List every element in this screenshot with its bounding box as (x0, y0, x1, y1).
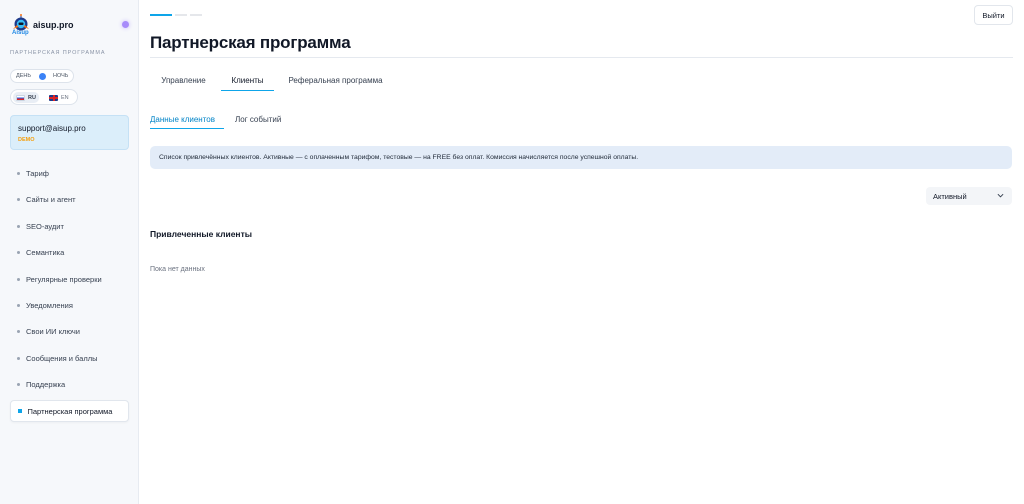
lang-ru-label: RU (28, 94, 36, 101)
sidebar: aisup.pro Aisup Партнерская программа ДЕ… (0, 0, 139, 504)
sidebar-item-support[interactable]: Поддержка (10, 373, 129, 395)
theme-night-label: НОЧЬ (53, 73, 69, 79)
sidebar-item-semantics[interactable]: Семантика (10, 241, 129, 263)
sidebar-item-partner-program[interactable]: Партнерская программа (10, 400, 129, 422)
subtab-event-log[interactable]: Лог событий (235, 110, 295, 128)
progress-segment (175, 14, 187, 16)
account-card[interactable]: support@aisup.pro DEMO (10, 115, 129, 150)
language-switch: RU EN (10, 89, 78, 105)
chevron-down-icon (997, 193, 1004, 198)
subtab-client-data[interactable]: Данные клиентов (150, 110, 224, 129)
progress-segment (150, 14, 172, 16)
bullet-icon (18, 409, 22, 413)
bullet-icon (17, 303, 20, 307)
tab-clients[interactable]: Клиенты (221, 70, 274, 91)
empty-state-text: Пока нет данных (150, 266, 205, 273)
bullet-icon (17, 250, 20, 254)
logout-button[interactable]: Выйти (974, 5, 1013, 25)
bullet-icon (17, 277, 20, 281)
sidebar-item-label: Сообщения и баллы (26, 353, 98, 363)
sidebar-item-label: SEO-аудит (26, 221, 64, 231)
section-caption: Партнерская программа (10, 50, 106, 56)
tab-referral-program[interactable]: Реферальная программа (278, 70, 393, 90)
lang-ru-button[interactable]: RU (13, 92, 39, 103)
info-banner: Список привлечённых клиентов. Активные —… (150, 146, 1012, 169)
brand-sub: Aisup (12, 30, 29, 36)
bullet-icon (17, 197, 20, 201)
tab-management[interactable]: Управление (150, 70, 217, 90)
title-divider (150, 57, 1013, 58)
sidebar-item-ai-keys[interactable]: Свои ИИ ключи (10, 320, 129, 342)
sidebar-item-label: Семантика (26, 247, 65, 257)
sidebar-item-label: Уведомления (26, 300, 73, 310)
sidebar-item-messages[interactable]: Сообщения и баллы (10, 347, 129, 369)
bullet-icon (17, 224, 20, 228)
sidebar-item-label: Свои ИИ ключи (26, 326, 80, 336)
clients-section-title: Привлеченные клиенты (150, 229, 252, 239)
bullet-icon (17, 329, 20, 333)
sub-tabs: Данные клиентов Лог событий (150, 110, 450, 129)
sidebar-item-notifications[interactable]: Уведомления (10, 294, 129, 316)
lang-en-label: EN (61, 94, 69, 101)
theme-day-label: ДЕНЬ (16, 73, 31, 79)
sidebar-item-tariff[interactable]: Тариф (10, 162, 129, 184)
sidebar-item-seo-audit[interactable]: SEO-аудит (10, 215, 129, 237)
sidebar-item-label: Тариф (26, 168, 49, 178)
progress-segment (190, 14, 202, 16)
theme-toggle[interactable]: ДЕНЬ НОЧЬ (10, 69, 74, 83)
status-dot-icon (122, 21, 129, 28)
russia-flag-icon (16, 94, 25, 101)
status-filter-value: Активный (933, 191, 967, 201)
brand[interactable]: aisup.pro Aisup (10, 13, 130, 39)
page-title: Партнерская программа (150, 33, 351, 52)
sidebar-item-label: Партнерская программа (27, 406, 113, 416)
sidebar-item-label: Сайты и агент (26, 194, 76, 204)
lang-en-button[interactable]: EN (46, 92, 72, 103)
account-email: support@aisup.pro (18, 124, 86, 133)
brand-name: aisup.pro (33, 20, 74, 30)
account-plan-badge: DEMO (18, 137, 35, 143)
uk-flag-icon (49, 94, 58, 101)
sidebar-item-regular-checks[interactable]: Регулярные проверки (10, 268, 129, 290)
sidebar-item-sites[interactable]: Сайты и агент (10, 188, 129, 210)
top-progress-indicator (150, 14, 205, 16)
main-tabs: Управление Клиенты Реферальная программа (150, 70, 1013, 91)
sidebar-item-label: Регулярные проверки (26, 274, 102, 284)
sidebar-item-label: Поддержка (26, 379, 66, 389)
bullet-icon (17, 356, 20, 360)
status-filter-select[interactable]: Активный (926, 187, 1012, 205)
toggle-knob-icon (39, 73, 46, 80)
bullet-icon (17, 171, 20, 175)
bullet-icon (17, 382, 20, 386)
